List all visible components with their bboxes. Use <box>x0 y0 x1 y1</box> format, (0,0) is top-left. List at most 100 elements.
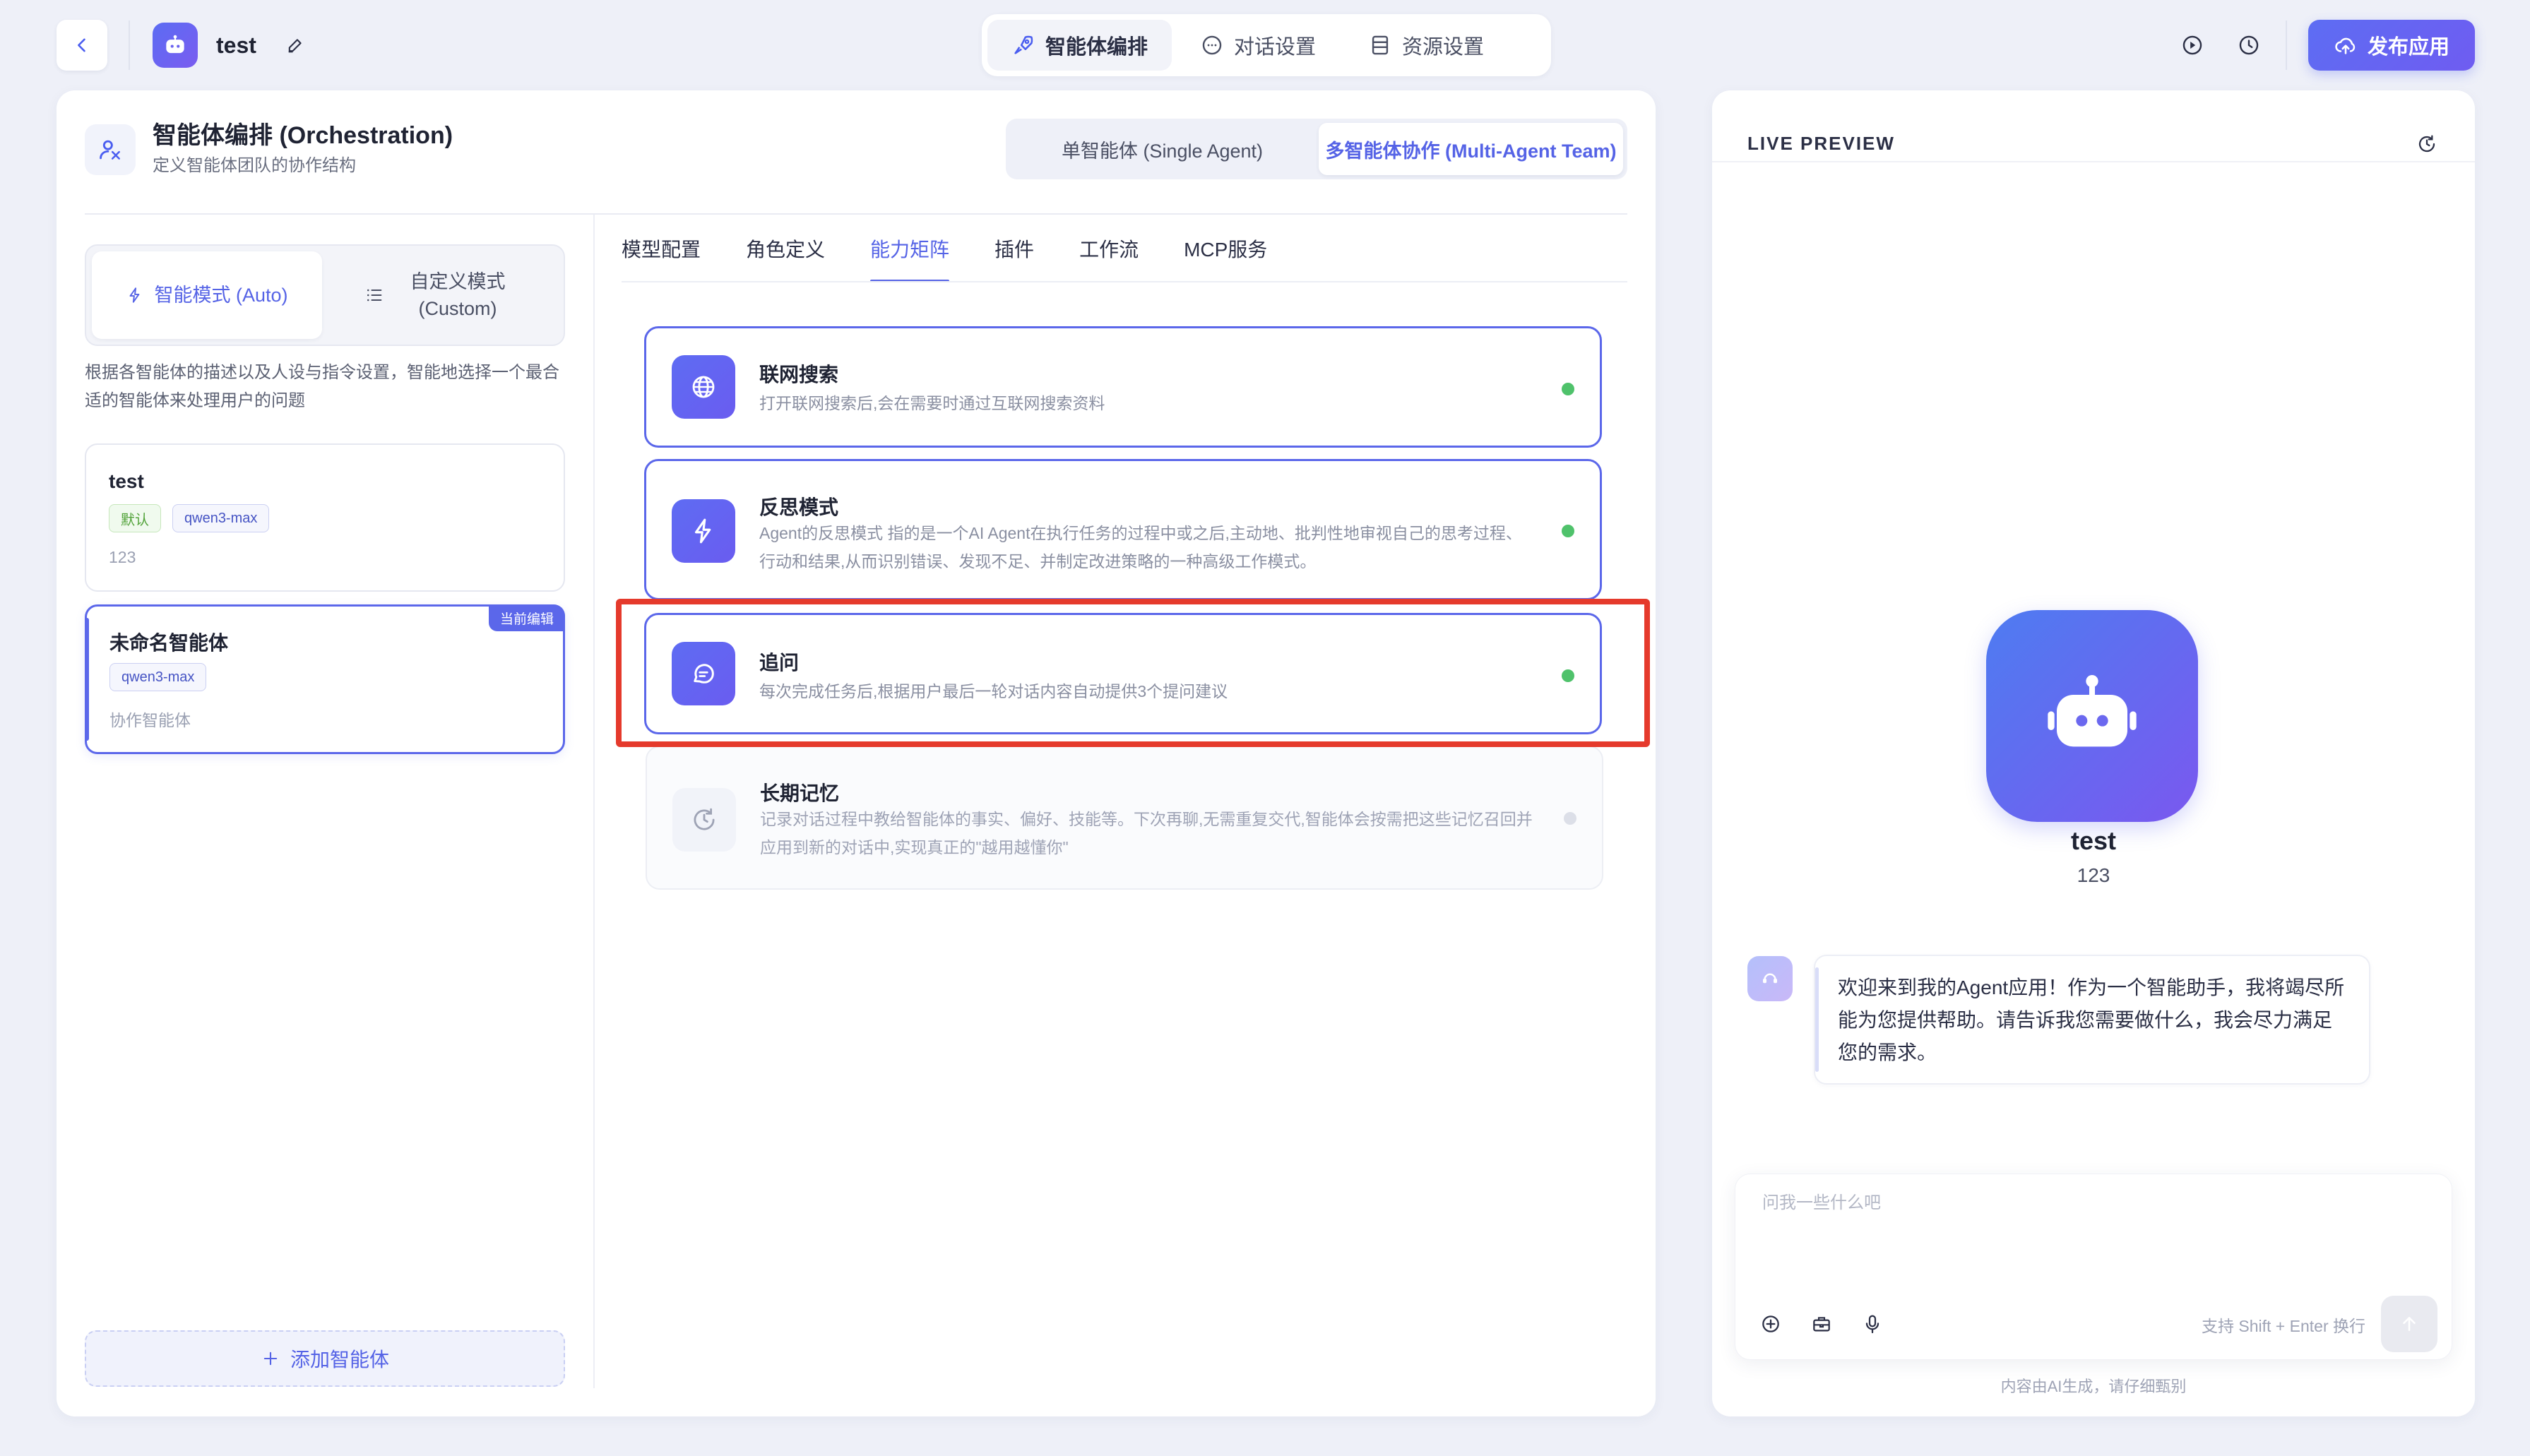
capability-description: 记录对话过程中教给智能体的事实、偏好、技能等。下次再聊,无需重复交代,智能体会按… <box>760 810 1533 857</box>
capability-icon-box <box>672 788 736 852</box>
capability-long-term-memory[interactable]: 长期记忆 记录对话过程中教给智能体的事实、偏好、技能等。下次再聊,无需重复交代,… <box>646 746 1603 890</box>
list-icon <box>364 285 384 305</box>
app-avatar <box>153 23 198 68</box>
robot-icon <box>2036 660 2149 772</box>
bot-avatar <box>1986 610 2198 822</box>
agent-card-selected[interactable]: 当前编辑 未命名智能体 qwen3-max 协作智能体 <box>85 604 565 754</box>
tab-plugins[interactable]: 插件 <box>994 215 1034 282</box>
robot-icon <box>162 32 189 59</box>
agent-tags: qwen3-max <box>109 663 207 691</box>
divider <box>622 281 1627 282</box>
chat-input[interactable] <box>1762 1188 2426 1273</box>
rocket-icon <box>1011 33 1035 57</box>
arrow-up-icon <box>2399 1313 2420 1335</box>
memory-clock-icon <box>689 805 719 835</box>
app-name: test <box>216 32 256 58</box>
play-circle-icon <box>2180 33 2204 57</box>
capability-title: 反思模式 <box>759 496 839 518</box>
main-tabs: 智能体编排 对话设置 资源设置 <box>982 14 1551 76</box>
history-icon <box>2416 133 2438 155</box>
capability-title: 联网搜索 <box>759 364 839 386</box>
publish-button[interactable]: 发布应用 <box>2308 20 2475 71</box>
single-agent-tab[interactable]: 单智能体 (Single Agent) <box>1010 123 1314 175</box>
capability-description: 打开联网搜索后,会在需要时通过互联网搜索资料 <box>759 394 1105 412</box>
tab-role-definition[interactable]: 角色定义 <box>746 215 825 282</box>
clock-icon <box>2237 33 2261 57</box>
agent-description: 123 <box>109 548 136 566</box>
capability-reflection[interactable]: 反思模式 Agent的反思模式 指的是一个AI Agent在执行任务的过程中或之… <box>644 459 1602 600</box>
bot-name: test <box>2070 826 2117 855</box>
toolbox-icon <box>1810 1313 1833 1335</box>
ai-disclaimer: 内容由AI生成，请仔细甄别 <box>2000 1378 2187 1395</box>
send-button[interactable] <box>2381 1296 2437 1352</box>
chat-input-box: 支持 Shift + Enter 换行 <box>1735 1174 2452 1360</box>
chevron-left-icon <box>72 35 92 55</box>
capability-icon-box <box>672 355 735 419</box>
cloud-upload-icon <box>2334 33 2358 57</box>
tab-label: 对话设置 <box>1234 36 1317 59</box>
capability-title: 追问 <box>759 652 800 674</box>
capability-description: Agent的反思模式 指的是一个AI Agent在执行任务的过程中或之后,主动地… <box>759 524 1522 571</box>
tab-label: 资源设置 <box>1402 36 1485 59</box>
routing-mode-toggle: 智能模式 (Auto) 自定义模式 (Custom) <box>85 244 565 346</box>
history-button[interactable] <box>2232 28 2266 62</box>
agent-card[interactable]: test 默认 qwen3-max 123 <box>85 443 565 592</box>
custom-mode-label: 自定义模式 (Custom) <box>410 271 506 319</box>
orchestration-icon-box <box>85 124 136 175</box>
divider <box>2286 20 2287 70</box>
agent-name: test <box>109 470 144 492</box>
edit-name-button[interactable] <box>283 32 308 58</box>
custom-mode-tab[interactable]: 自定义模式 (Custom) <box>328 251 558 339</box>
document-icon <box>1368 33 1392 57</box>
tab-model-config[interactable]: 模型配置 <box>622 215 701 282</box>
run-preview-button[interactable] <box>2175 28 2209 62</box>
top-bar: test 智能体编排 对话设置 资源设置 发布应用 <box>0 0 2530 90</box>
tab-mcp-services[interactable]: MCP服务 <box>1184 215 1267 282</box>
status-dot <box>1562 383 1574 395</box>
capability-web-search[interactable]: 联网搜索 打开联网搜索后,会在需要时通过互联网搜索资料 <box>644 326 1602 448</box>
divider <box>129 20 130 70</box>
add-agent-button[interactable]: 添加智能体 <box>85 1330 565 1387</box>
pencil-icon <box>285 35 305 55</box>
current-edit-badge: 当前编辑 <box>488 604 565 631</box>
lightning-icon <box>689 516 718 546</box>
users-icon <box>97 136 124 163</box>
divider <box>1712 161 2475 162</box>
plus-circle-icon <box>1759 1313 1782 1335</box>
chat-icon <box>689 659 718 688</box>
multi-agent-tab[interactable]: 多智能体协作 (Multi-Agent Team) <box>1319 123 1623 175</box>
divider <box>593 215 595 1388</box>
capability-icon-box <box>672 499 735 563</box>
capability-icon-box <box>672 642 735 705</box>
page-subtitle: 定义智能体团队的协作结构 <box>153 156 356 175</box>
add-attachment-button[interactable] <box>1757 1310 1785 1338</box>
preview-title: LIVE PREVIEW <box>1747 133 1895 154</box>
microphone-icon <box>1861 1313 1884 1335</box>
toolbox-button[interactable] <box>1807 1310 1836 1338</box>
bot-description: 123 <box>2077 864 2110 886</box>
tab-row: 模型配置 角色定义 能力矩阵 插件 工作流 MCP服务 <box>622 215 1267 282</box>
tab-label: 智能体编排 <box>1045 36 1148 59</box>
capability-description: 每次完成任务后,根据用户最后一轮对话内容自动提供3个提问建议 <box>759 682 1228 700</box>
capability-title: 长期记忆 <box>760 782 840 804</box>
tab-capability-matrix[interactable]: 能力矩阵 <box>870 215 950 282</box>
tab-orchestration[interactable]: 智能体编排 <box>987 20 1172 71</box>
tab-workflow[interactable]: 工作流 <box>1079 215 1139 282</box>
add-agent-label: 添加智能体 <box>290 1349 389 1371</box>
auto-mode-label: 智能模式 (Auto) <box>154 285 288 306</box>
tab-resource-settings[interactable]: 资源设置 <box>1344 20 1508 71</box>
preview-history-button[interactable] <box>2413 130 2441 158</box>
model-tag: qwen3-max <box>172 504 270 532</box>
bot-message-avatar <box>1747 956 1793 1001</box>
input-hint: 支持 Shift + Enter 换行 <box>2202 1317 2365 1335</box>
back-button[interactable] <box>57 20 107 71</box>
bot-face-icon <box>1759 968 1781 989</box>
default-tag: 默认 <box>109 504 161 532</box>
tab-chat-settings[interactable]: 对话设置 <box>1176 20 1340 71</box>
status-dot <box>1562 525 1574 537</box>
auto-mode-tab[interactable]: 智能模式 (Auto) <box>92 251 322 339</box>
agent-tags: 默认 qwen3-max <box>109 504 270 532</box>
capability-follow-up[interactable]: 追问 每次完成任务后,根据用户最后一轮对话内容自动提供3个提问建议 <box>644 613 1602 734</box>
model-tag: qwen3-max <box>109 663 207 691</box>
voice-input-button[interactable] <box>1858 1310 1887 1338</box>
